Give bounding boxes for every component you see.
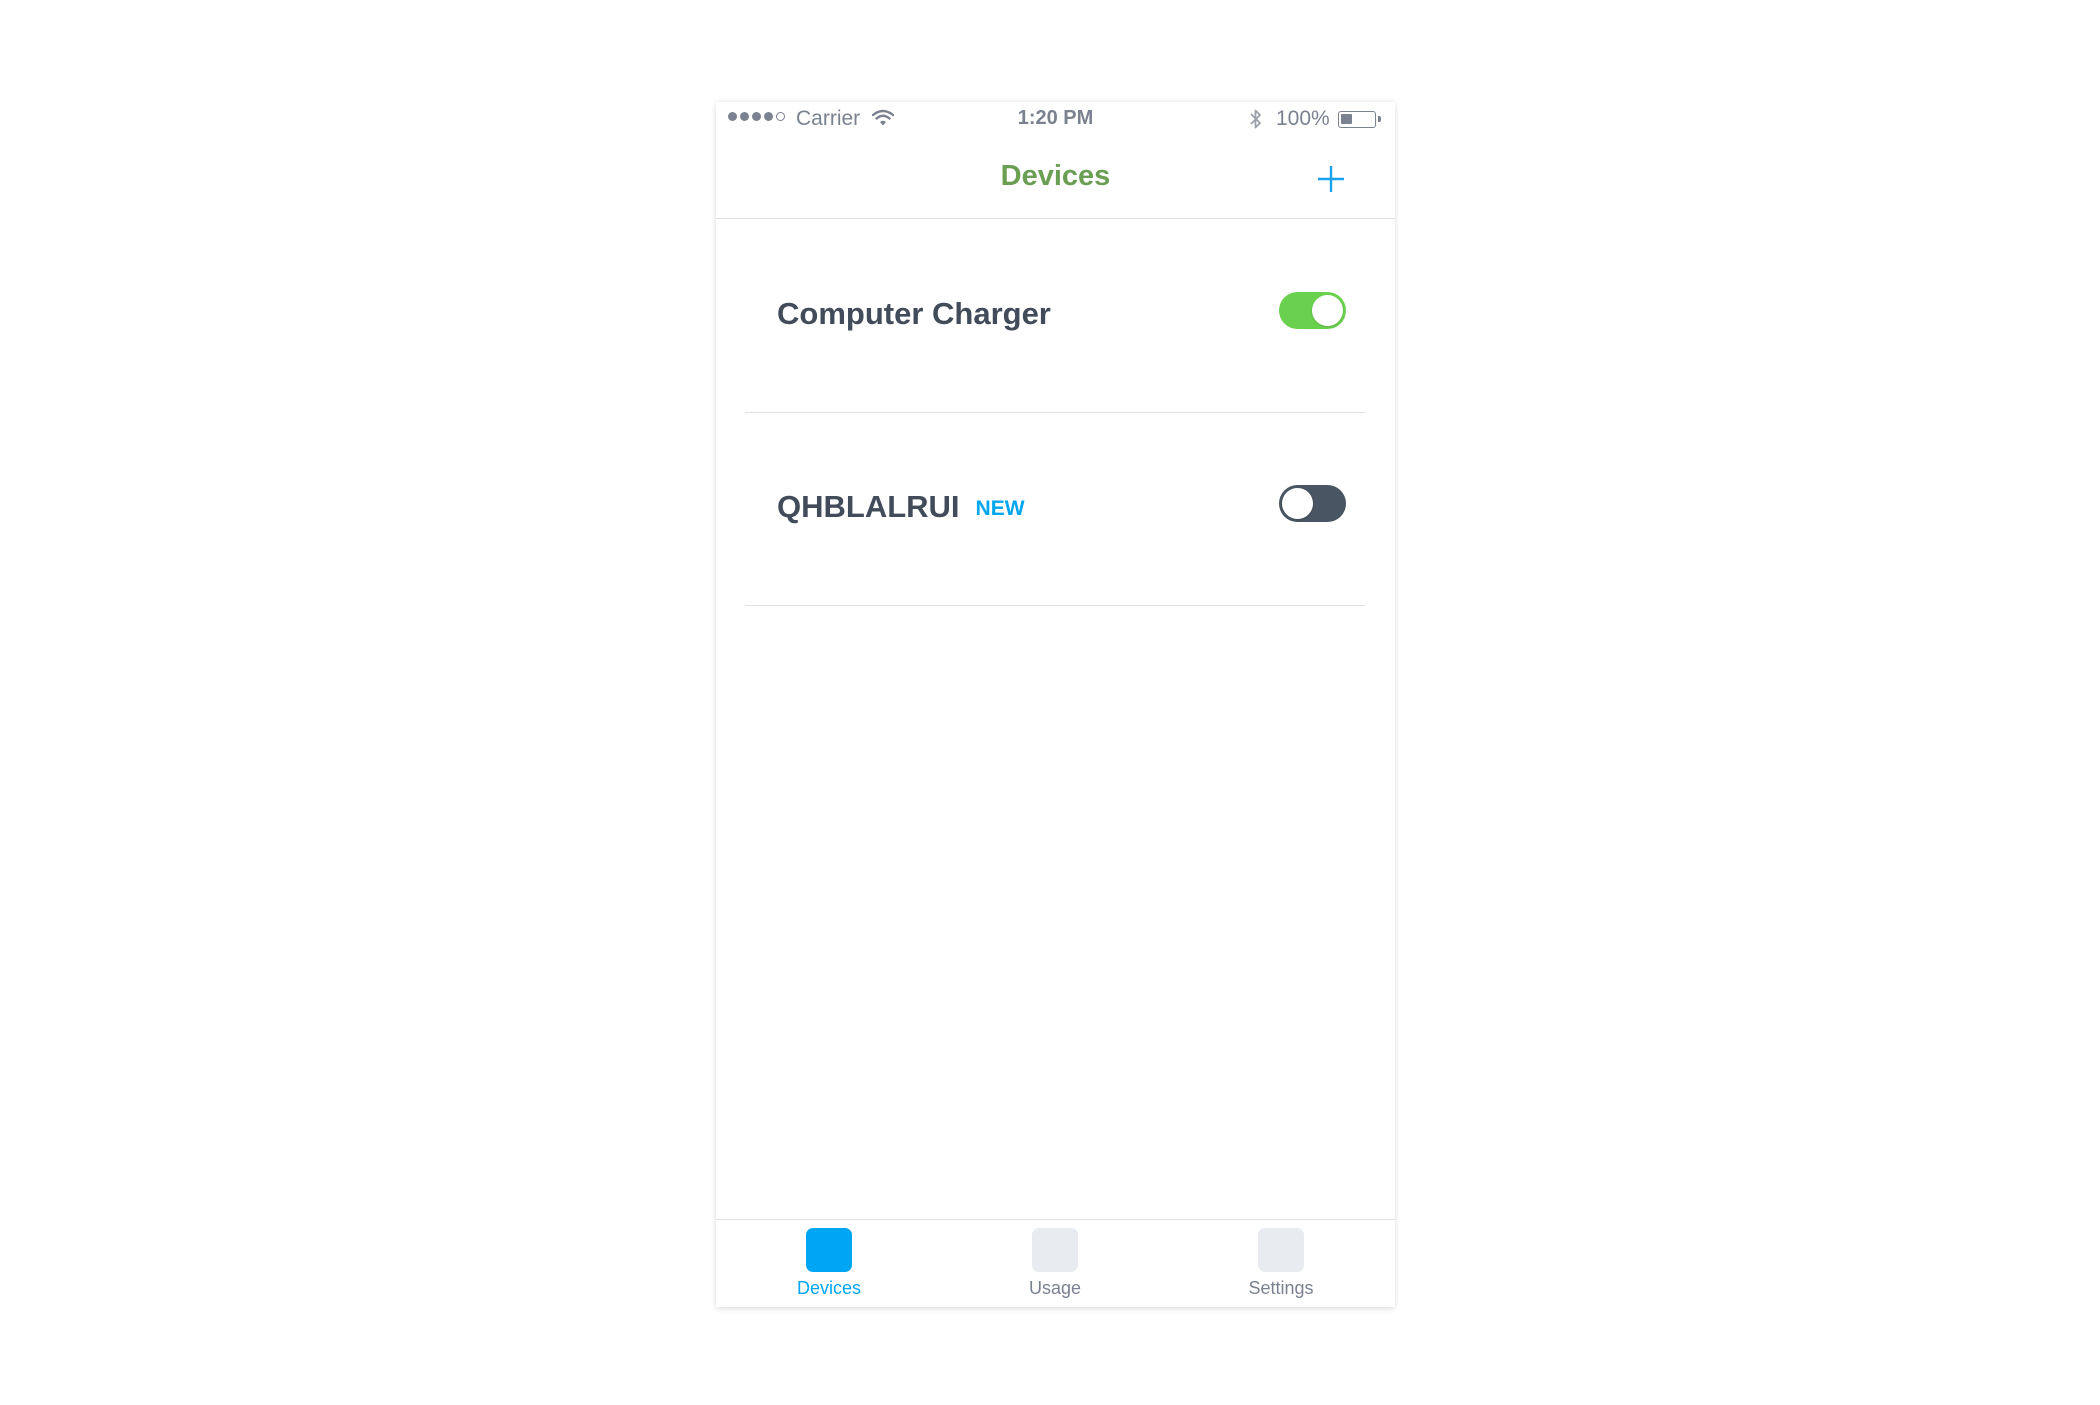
settings-tab-icon <box>1258 1228 1304 1272</box>
battery-percent: 100% <box>1276 107 1330 130</box>
status-bar: Carrier 1:20 PM 100% <box>716 102 1395 138</box>
toggle-knob <box>1282 488 1313 519</box>
device-name-text: QHBLALRUI <box>777 489 960 524</box>
tab-label: Settings <box>1248 1278 1314 1298</box>
battery-nub <box>1378 116 1381 122</box>
new-badge: NEW <box>975 497 1025 520</box>
device-row[interactable]: Computer Charger <box>745 220 1365 413</box>
page-title: Devices <box>1000 160 1111 192</box>
device-name: QHBLALRUI NEW <box>777 489 1025 525</box>
tab-settings[interactable]: Settings <box>1168 1220 1394 1307</box>
tab-usage[interactable]: Usage <box>942 1220 1168 1307</box>
toggle-knob <box>1312 295 1343 326</box>
device-name-text: Computer Charger <box>777 296 1051 331</box>
nav-bar: Devices <box>716 138 1395 219</box>
tab-bar: Devices Usage Settings <box>716 1219 1395 1307</box>
device-power-toggle[interactable] <box>1279 485 1346 522</box>
battery-fill <box>1341 114 1352 124</box>
device-power-toggle[interactable] <box>1279 292 1346 329</box>
device-name: Computer Charger <box>777 296 1051 332</box>
usage-tab-icon <box>1032 1228 1078 1272</box>
tab-devices[interactable]: Devices <box>716 1220 942 1307</box>
bluetooth-icon <box>1249 107 1263 137</box>
add-device-button[interactable] <box>1314 162 1348 196</box>
tab-label: Devices <box>796 1278 862 1298</box>
battery-icon <box>1338 111 1376 128</box>
plus-icon <box>1318 166 1344 192</box>
device-row[interactable]: QHBLALRUI NEW <box>745 413 1365 606</box>
phone-screen: Carrier 1:20 PM 100% Devices Computer Ch… <box>716 102 1395 1307</box>
tab-label: Usage <box>1028 1278 1082 1298</box>
devices-tab-icon <box>806 1228 852 1272</box>
